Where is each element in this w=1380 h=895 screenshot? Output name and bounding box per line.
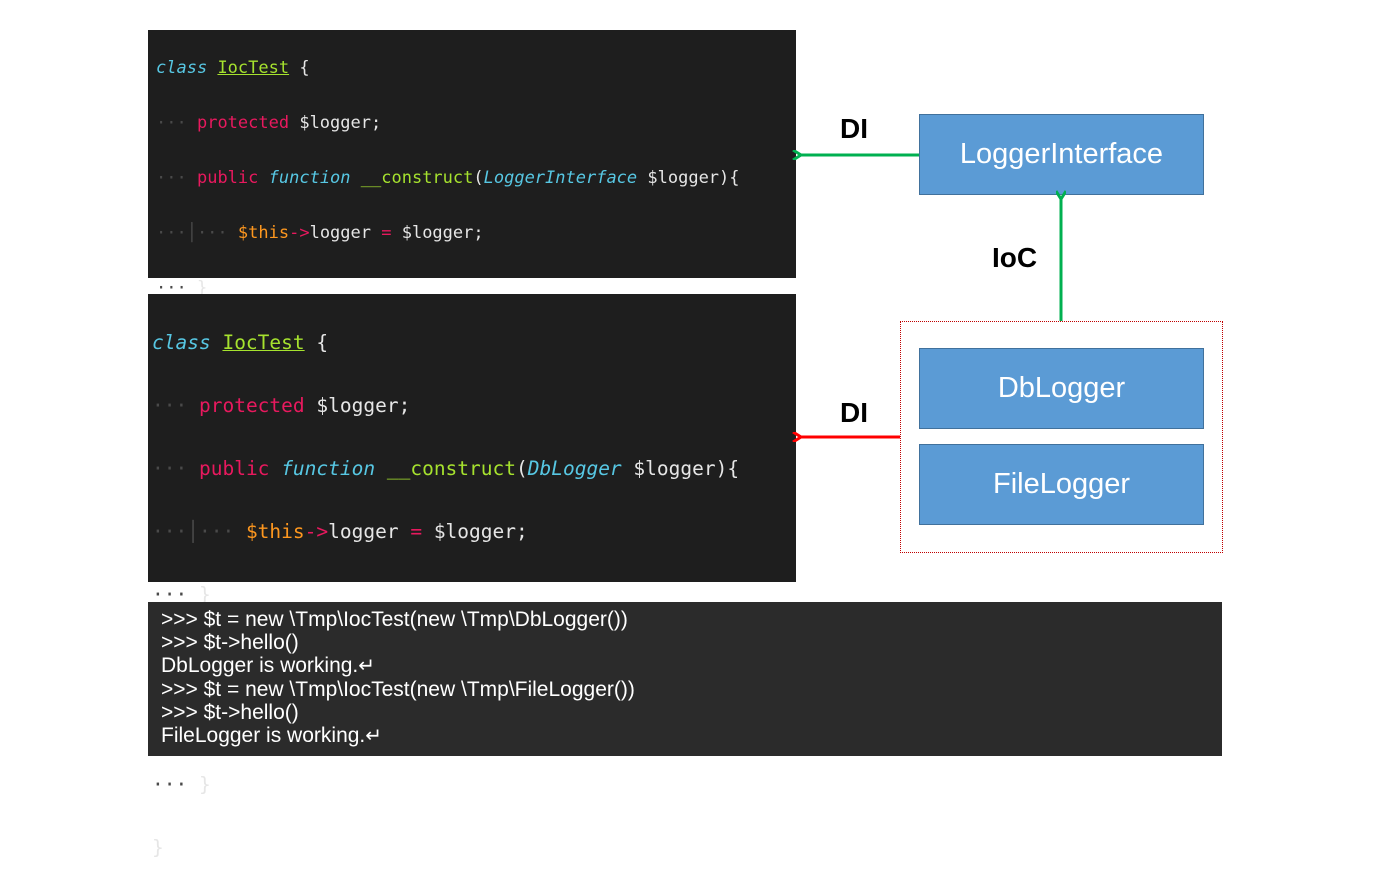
di-label-top: DI — [840, 113, 868, 144]
di-label-bottom: DI — [840, 397, 868, 428]
diagram-arrows — [0, 0, 1380, 788]
ioc-label: IoC — [992, 242, 1038, 273]
code-line: } — [152, 836, 164, 860]
